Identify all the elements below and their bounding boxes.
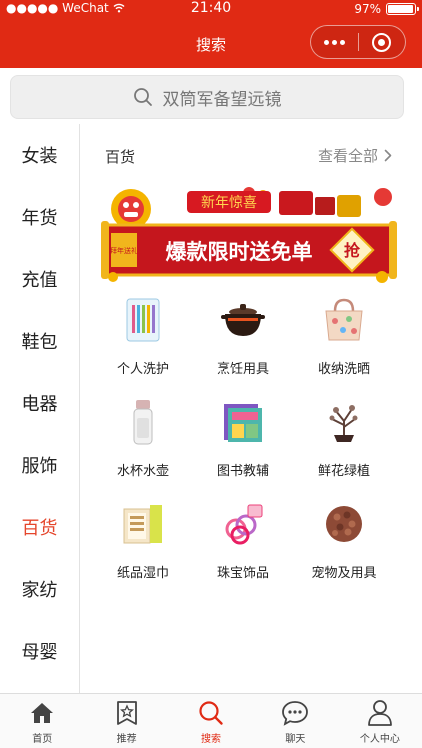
search-icon (133, 88, 152, 106)
tab-recommend[interactable]: 推荐 (84, 694, 168, 748)
promo-banner[interactable]: 新年惊喜 拜年送礼 爆款限时送免单 抢 (99, 185, 399, 285)
grid-item-plants[interactable]: 鲜花绿植 (294, 394, 394, 484)
gift-icon (279, 191, 313, 215)
bonsai-icon (316, 394, 372, 450)
see-all-label: 查看全部 (317, 147, 378, 165)
toothbrush-pack-icon (115, 292, 171, 348)
search-input[interactable]: 双筒军备望远镜 (10, 75, 404, 119)
grid-item-label: 收纳洗晒 (317, 362, 370, 377)
tab-profile[interactable]: 个人中心 (338, 694, 422, 748)
home-icon (27, 699, 57, 727)
banner-scroll-text: 拜年送礼 (110, 246, 138, 255)
lantern-icon (374, 188, 392, 206)
sidebar-item-shoes-bags[interactable]: 鞋包 (0, 310, 79, 372)
sidebar-item-recharge[interactable]: 充值 (0, 248, 79, 310)
user-icon (365, 699, 395, 727)
tab-chat[interactable]: 聊天 (253, 694, 337, 748)
tab-home[interactable]: 首页 (0, 694, 84, 748)
tab-label: 首页 (32, 734, 53, 745)
tab-search[interactable]: 搜索 (169, 694, 253, 748)
close-circle-icon (372, 32, 392, 52)
grid-item-label: 图书教辅 (216, 464, 269, 479)
bottom-tab-bar: 首页 推荐 搜索 聊天 个人中心 (0, 693, 422, 748)
grid-item-jewelry[interactable]: 珠宝饰品 (193, 496, 293, 586)
more-icon-dot (332, 39, 337, 45)
grid-item-label: 宠物及用具 (311, 566, 377, 581)
tab-label: 搜索 (201, 734, 222, 745)
sidebar-item-maternity[interactable]: 母婴 (0, 620, 79, 682)
grid-item-label: 鲜花绿植 (317, 464, 370, 479)
sidebar-item-home-textiles[interactable]: 家纺 (0, 558, 79, 620)
section-title: 百货 (105, 148, 136, 166)
grid-item-personal-care[interactable]: 个人洗护 (93, 292, 193, 382)
recommend-icon (112, 699, 142, 727)
banner-badge: 抢 (344, 241, 361, 260)
search-icon (196, 699, 226, 727)
sidebar-item-appliances[interactable]: 电器 (0, 372, 79, 434)
banner-main-text: 爆款限时送免单 (166, 240, 313, 264)
more-icon (324, 39, 329, 45)
battery-percent: 97% (354, 2, 381, 16)
grid-item-pets[interactable]: 宠物及用具 (294, 496, 394, 586)
sidebar-item-apparel[interactable]: 服饰 (0, 434, 79, 496)
clay-pot-icon (215, 292, 271, 348)
grid-item-tissues[interactable]: 纸品湿巾 (93, 496, 193, 586)
grid-item-label: 个人洗护 (116, 362, 169, 377)
top-bar: ●●●●● WeChat 21:40 97% 搜索 (0, 0, 422, 68)
storage-bag-icon (316, 292, 372, 348)
app-screen: ●●●●● WeChat 21:40 97% 搜索 双筒军备望远镜 女装 年货 … (0, 0, 422, 748)
tab-label: 聊天 (285, 734, 306, 745)
search-placeholder: 双筒军备望远镜 (162, 89, 282, 110)
grid-item-cookware[interactable]: 烹饪用具 (193, 292, 293, 382)
chat-icon (280, 699, 310, 727)
category-content: 百货 查看全部 新年惊喜 拜年送礼 爆款限时送免单 抢 个人洗护 烹饪用具 收纳… (81, 124, 422, 693)
grid-item-bottles[interactable]: 水杯水壶 (93, 394, 193, 484)
more-button[interactable] (311, 26, 358, 58)
books-icon (215, 394, 271, 450)
grid-item-books[interactable]: 图书教辅 (193, 394, 293, 484)
banner-headline: 新年惊喜 (201, 195, 257, 211)
see-all-link[interactable]: 查看全部 (318, 145, 392, 166)
battery-icon (386, 3, 419, 15)
tab-label: 个人中心 (359, 734, 400, 745)
section-header: 百货 查看全部 (81, 124, 422, 186)
grid-item-label: 纸品湿巾 (116, 566, 169, 581)
grid-item-label: 珠宝饰品 (216, 566, 269, 581)
close-circle-dot (378, 38, 386, 46)
sidebar-item-newyear[interactable]: 年货 (0, 186, 79, 248)
more-icon-dot (340, 39, 345, 45)
tab-label: 推荐 (116, 734, 137, 745)
battery-status: 97% (354, 2, 419, 16)
mini-program-capsule (310, 25, 406, 59)
category-sidebar: 女装 年货 充值 鞋包 电器 服饰 百货 家纺 母婴 (0, 124, 80, 693)
close-button[interactable] (359, 26, 405, 58)
grid-item-label: 水杯水壶 (116, 464, 169, 479)
grid-item-label: 烹饪用具 (216, 362, 269, 377)
sidebar-item-women[interactable]: 女装 (0, 124, 79, 186)
hair-ties-icon (215, 496, 271, 552)
pet-food-icon (316, 496, 372, 552)
tissue-pack-icon (115, 496, 171, 552)
sidebar-item-general-goods[interactable]: 百货 (0, 496, 79, 558)
grid-item-storage[interactable]: 收纳洗晒 (294, 292, 394, 382)
search-area: 双筒军备望远镜 (0, 68, 422, 124)
water-bottle-icon (115, 394, 171, 450)
status-bar: ●●●●● WeChat 21:40 97% (0, 0, 422, 18)
chevron-right-icon (384, 149, 392, 162)
